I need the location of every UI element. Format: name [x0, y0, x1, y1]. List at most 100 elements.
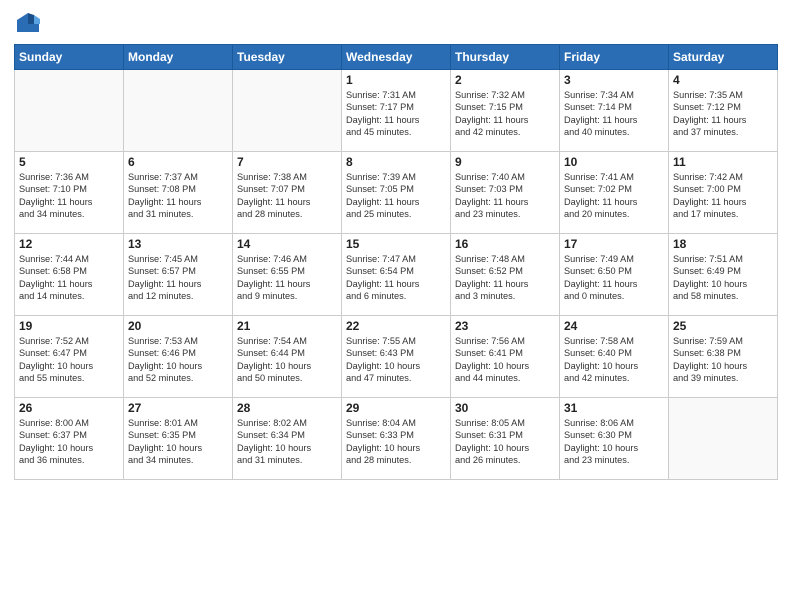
day-number: 28	[237, 401, 337, 415]
day-number: 25	[673, 319, 773, 333]
day-info: Sunrise: 7:41 AMSunset: 7:02 PMDaylight:…	[564, 171, 664, 221]
day-number: 2	[455, 73, 555, 87]
week-row-0: 1 Sunrise: 7:31 AMSunset: 7:17 PMDaylight…	[15, 70, 778, 152]
day-info: Sunrise: 7:56 AMSunset: 6:41 PMDaylight:…	[455, 335, 555, 385]
day-info: Sunrise: 7:40 AMSunset: 7:03 PMDaylight:…	[455, 171, 555, 221]
page-container: SundayMondayTuesdayWednesdayThursdayFrid…	[0, 0, 792, 490]
calendar-cell: 9 Sunrise: 7:40 AMSunset: 7:03 PMDaylight…	[451, 152, 560, 234]
calendar-cell: 15Sunrise: 7:47 AMSunset: 6:54 PMDayligh…	[342, 234, 451, 316]
day-number: 19	[19, 319, 119, 333]
day-info: Sunrise: 7:39 AMSunset: 7:05 PMDaylight:…	[346, 171, 446, 221]
calendar-cell: 12 Sunrise: 7:44 AMSunset: 6:58 PMDayligh…	[15, 234, 124, 316]
calendar-cell: 1 Sunrise: 7:31 AMSunset: 7:17 PMDaylight…	[342, 70, 451, 152]
day-info: Sunrise: 7:36 AMSunset: 7:10 PMDaylight:…	[19, 171, 119, 221]
day-number: 8	[346, 155, 446, 169]
day-info: Sunrise: 7:35 AMSunset: 7:12 PMDaylight:…	[673, 89, 773, 139]
weekday-header-thursday: Thursday	[451, 45, 560, 70]
calendar-cell: 26Sunrise: 8:00 AMSunset: 6:37 PMDayligh…	[15, 398, 124, 480]
day-info: Sunrise: 7:38 AMSunset: 7:07 PMDaylight:…	[237, 171, 337, 221]
day-number: 15	[346, 237, 446, 251]
week-row-2: 12 Sunrise: 7:44 AMSunset: 6:58 PMDayligh…	[15, 234, 778, 316]
day-info: Sunrise: 7:48 AMSunset: 6:52 PMDaylight:…	[455, 253, 555, 303]
weekday-header-sunday: Sunday	[15, 45, 124, 70]
day-info: Sunrise: 7:59 AMSunset: 6:38 PMDaylight:…	[673, 335, 773, 385]
day-number: 5	[19, 155, 119, 169]
calendar-cell: 23 Sunrise: 7:56 AMSunset: 6:41 PMDayligh…	[451, 316, 560, 398]
day-info: Sunrise: 7:55 AMSunset: 6:43 PMDaylight:…	[346, 335, 446, 385]
calendar-table: SundayMondayTuesdayWednesdayThursdayFrid…	[14, 44, 778, 480]
day-number: 4	[673, 73, 773, 87]
calendar-cell: 24Sunrise: 7:58 AMSunset: 6:40 PMDayligh…	[560, 316, 669, 398]
weekday-header-saturday: Saturday	[669, 45, 778, 70]
day-number: 1	[346, 73, 446, 87]
day-number: 7	[237, 155, 337, 169]
day-number: 10	[564, 155, 664, 169]
day-number: 14	[237, 237, 337, 251]
calendar-cell	[233, 70, 342, 152]
day-number: 6	[128, 155, 228, 169]
day-number: 16	[455, 237, 555, 251]
day-number: 22	[346, 319, 446, 333]
day-number: 13	[128, 237, 228, 251]
day-number: 29	[346, 401, 446, 415]
day-info: Sunrise: 7:58 AMSunset: 6:40 PMDaylight:…	[564, 335, 664, 385]
day-number: 17	[564, 237, 664, 251]
day-info: Sunrise: 7:53 AMSunset: 6:46 PMDaylight:…	[128, 335, 228, 385]
day-info: Sunrise: 7:37 AMSunset: 7:08 PMDaylight:…	[128, 171, 228, 221]
calendar-cell	[124, 70, 233, 152]
weekday-header-friday: Friday	[560, 45, 669, 70]
day-info: Sunrise: 8:01 AMSunset: 6:35 PMDaylight:…	[128, 417, 228, 467]
calendar-cell: 5 Sunrise: 7:36 AMSunset: 7:10 PMDaylight…	[15, 152, 124, 234]
header	[14, 10, 778, 38]
day-info: Sunrise: 7:45 AMSunset: 6:57 PMDaylight:…	[128, 253, 228, 303]
day-number: 20	[128, 319, 228, 333]
day-number: 23	[455, 319, 555, 333]
day-number: 27	[128, 401, 228, 415]
calendar-cell: 29 Sunrise: 8:04 AMSunset: 6:33 PMDayligh…	[342, 398, 451, 480]
calendar-cell: 17 Sunrise: 7:49 AMSunset: 6:50 PMDayligh…	[560, 234, 669, 316]
weekday-header-monday: Monday	[124, 45, 233, 70]
calendar-cell: 2 Sunrise: 7:32 AMSunset: 7:15 PMDaylight…	[451, 70, 560, 152]
week-row-3: 19 Sunrise: 7:52 AMSunset: 6:47 PMDayligh…	[15, 316, 778, 398]
calendar-cell: 8 Sunrise: 7:39 AMSunset: 7:05 PMDaylight…	[342, 152, 451, 234]
day-info: Sunrise: 7:34 AMSunset: 7:14 PMDaylight:…	[564, 89, 664, 139]
day-number: 12	[19, 237, 119, 251]
week-row-4: 26Sunrise: 8:00 AMSunset: 6:37 PMDayligh…	[15, 398, 778, 480]
day-number: 18	[673, 237, 773, 251]
weekday-header-row: SundayMondayTuesdayWednesdayThursdayFrid…	[15, 45, 778, 70]
day-number: 11	[673, 155, 773, 169]
day-info: Sunrise: 8:02 AMSunset: 6:34 PMDaylight:…	[237, 417, 337, 467]
day-number: 21	[237, 319, 337, 333]
day-info: Sunrise: 8:05 AMSunset: 6:31 PMDaylight:…	[455, 417, 555, 467]
day-info: Sunrise: 7:32 AMSunset: 7:15 PMDaylight:…	[455, 89, 555, 139]
calendar-cell: 19 Sunrise: 7:52 AMSunset: 6:47 PMDayligh…	[15, 316, 124, 398]
calendar-cell	[15, 70, 124, 152]
day-info: Sunrise: 7:46 AMSunset: 6:55 PMDaylight:…	[237, 253, 337, 303]
calendar-cell: 3 Sunrise: 7:34 AMSunset: 7:14 PMDaylight…	[560, 70, 669, 152]
calendar-cell: 30 Sunrise: 8:05 AMSunset: 6:31 PMDayligh…	[451, 398, 560, 480]
day-info: Sunrise: 7:52 AMSunset: 6:47 PMDaylight:…	[19, 335, 119, 385]
logo-icon	[14, 10, 42, 38]
day-info: Sunrise: 7:31 AMSunset: 7:17 PMDaylight:…	[346, 89, 446, 139]
logo	[14, 10, 44, 38]
calendar-cell: 28 Sunrise: 8:02 AMSunset: 6:34 PMDayligh…	[233, 398, 342, 480]
calendar-cell	[669, 398, 778, 480]
calendar-cell: 13 Sunrise: 7:45 AMSunset: 6:57 PMDayligh…	[124, 234, 233, 316]
day-info: Sunrise: 7:49 AMSunset: 6:50 PMDaylight:…	[564, 253, 664, 303]
day-number: 26	[19, 401, 119, 415]
day-info: Sunrise: 7:42 AMSunset: 7:00 PMDaylight:…	[673, 171, 773, 221]
calendar-cell: 27 Sunrise: 8:01 AMSunset: 6:35 PMDayligh…	[124, 398, 233, 480]
day-number: 3	[564, 73, 664, 87]
calendar-cell: 14 Sunrise: 7:46 AMSunset: 6:55 PMDayligh…	[233, 234, 342, 316]
calendar-cell: 6 Sunrise: 7:37 AMSunset: 7:08 PMDaylight…	[124, 152, 233, 234]
day-info: Sunrise: 7:44 AMSunset: 6:58 PMDaylight:…	[19, 253, 119, 303]
day-number: 30	[455, 401, 555, 415]
calendar-cell: 22 Sunrise: 7:55 AMSunset: 6:43 PMDayligh…	[342, 316, 451, 398]
calendar-cell: 7 Sunrise: 7:38 AMSunset: 7:07 PMDaylight…	[233, 152, 342, 234]
day-number: 9	[455, 155, 555, 169]
day-number: 31	[564, 401, 664, 415]
day-info: Sunrise: 7:54 AMSunset: 6:44 PMDaylight:…	[237, 335, 337, 385]
calendar-cell: 10 Sunrise: 7:41 AMSunset: 7:02 PMDayligh…	[560, 152, 669, 234]
day-info: Sunrise: 8:04 AMSunset: 6:33 PMDaylight:…	[346, 417, 446, 467]
calendar-cell: 11 Sunrise: 7:42 AMSunset: 7:00 PMDayligh…	[669, 152, 778, 234]
